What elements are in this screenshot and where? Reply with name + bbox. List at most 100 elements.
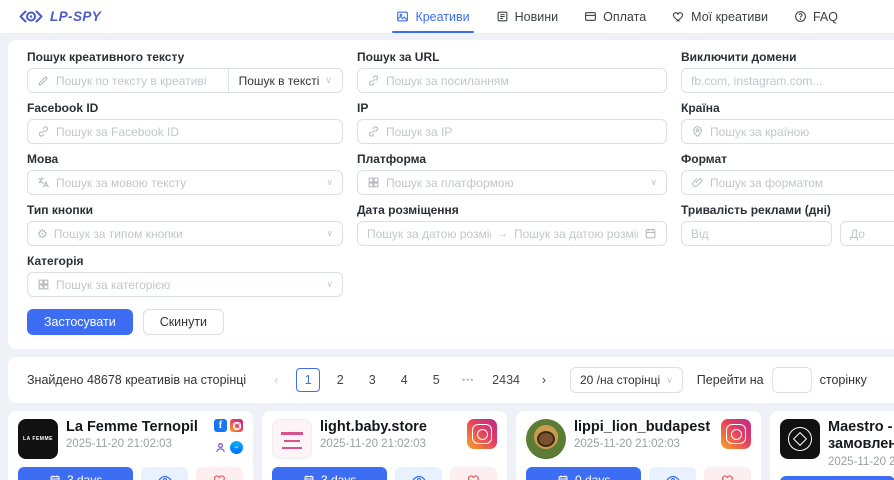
page-button-1[interactable]: 1 xyxy=(296,368,320,392)
exclude-domains-input[interactable] xyxy=(691,74,894,88)
format-input[interactable] xyxy=(710,176,894,190)
days-active-button[interactable] xyxy=(780,476,894,480)
duration-to-input[interactable] xyxy=(850,227,894,241)
filter-button-type: Тип кнопки ⚙ ∨ xyxy=(27,203,343,246)
creative-card[interactable]: light.baby.store 2025-11-20 21:02:03 3 d… xyxy=(262,411,507,480)
field-label: Країна xyxy=(681,101,894,115)
category-input[interactable] xyxy=(56,278,320,292)
favorite-button[interactable] xyxy=(196,467,243,480)
card-title: lippi_lion_budapest xyxy=(574,419,713,436)
top-header: LP-SPY Креативи Новини Оплата xyxy=(0,0,894,33)
language-input[interactable] xyxy=(56,176,320,190)
avatar xyxy=(780,419,820,459)
apply-button[interactable]: Застосувати xyxy=(27,309,133,335)
maestro-emblem-icon xyxy=(788,427,812,451)
results-count: Знайдено 48678 креативів на сторінці xyxy=(27,373,246,387)
link-icon xyxy=(367,74,380,87)
views-button[interactable] xyxy=(141,467,188,480)
calendar-icon xyxy=(644,227,657,240)
field-label: Мова xyxy=(27,152,343,166)
avatar xyxy=(526,419,566,459)
views-button[interactable] xyxy=(395,467,442,480)
days-active-button[interactable]: 0 days xyxy=(526,467,641,480)
country-input[interactable] xyxy=(710,125,894,139)
ip-input[interactable] xyxy=(386,125,657,139)
instagram-icon[interactable] xyxy=(467,419,497,449)
tab-payment[interactable]: Оплата xyxy=(584,0,646,33)
goto-page: Перейти на сторінку xyxy=(697,367,867,393)
card-title: La Femme Ternopil xyxy=(66,419,206,436)
messenger-icon[interactable] xyxy=(230,441,243,454)
heart-icon xyxy=(672,10,685,23)
facebook-icon[interactable] xyxy=(214,419,227,432)
avatar xyxy=(272,419,312,459)
facebook-id-input[interactable] xyxy=(56,125,333,139)
goto-prefix: Перейти на xyxy=(697,373,764,387)
goto-page-input[interactable] xyxy=(772,367,812,393)
creative-card[interactable]: LA FEMME La Femme Ternopil 2025-11-20 21… xyxy=(8,411,253,480)
filter-creative-text: Пошук креативного тексту Пошук в тексті … xyxy=(27,50,343,93)
prev-page-button[interactable]: ‹ xyxy=(264,368,288,392)
chevron-down-icon: ∨ xyxy=(326,177,333,188)
instagram-icon[interactable] xyxy=(230,419,243,432)
creative-text-input[interactable] xyxy=(56,74,219,88)
page-button-2[interactable]: 2 xyxy=(328,368,352,392)
tab-my-creatives[interactable]: Мої креативи xyxy=(672,0,768,33)
reset-button[interactable]: Скинути xyxy=(143,309,224,335)
page-size-select[interactable]: 20 /на сторінці ∨ xyxy=(570,367,683,393)
pages-ellipsis[interactable]: ••• xyxy=(456,368,480,392)
platform-input[interactable] xyxy=(386,176,644,190)
favorite-button[interactable] xyxy=(704,467,751,480)
profile-icon[interactable] xyxy=(214,441,227,454)
date-to-input[interactable] xyxy=(514,227,638,241)
field-label: Категорія xyxy=(27,254,343,268)
tab-creatives[interactable]: Креативи xyxy=(396,0,469,33)
page-button-5[interactable]: 5 xyxy=(424,368,448,392)
card-date: 2025-11-20 21:02:03 xyxy=(574,438,713,450)
button-type-input[interactable] xyxy=(54,227,321,241)
image-icon xyxy=(396,10,409,23)
filter-panel: Пошук креативного тексту Пошук в тексті … xyxy=(8,40,894,349)
days-active-button[interactable]: 3 days xyxy=(272,467,387,480)
card-date: 2025-11-20 21:02:03 xyxy=(66,438,206,450)
creative-card[interactable]: Maestro - кухні, ме замовлення в Ужго 20… xyxy=(770,411,894,480)
duration-from-input[interactable] xyxy=(691,227,822,241)
instagram-icon[interactable] xyxy=(721,419,751,449)
logo[interactable]: LP-SPY xyxy=(18,8,101,25)
card-date: 2025-11-20 21:02:03 xyxy=(320,438,459,450)
language-select[interactable]: ∨ xyxy=(27,170,343,195)
button-type-select[interactable]: ⚙ ∨ xyxy=(27,221,343,246)
filter-country: Країна xyxy=(681,101,894,144)
last-page-button[interactable]: 2434 xyxy=(488,368,524,392)
days-active-button[interactable]: 3 days xyxy=(18,467,133,480)
next-page-button[interactable]: › xyxy=(532,368,556,392)
page-button-3[interactable]: 3 xyxy=(360,368,384,392)
filter-ad-duration: Тривалість реклами (дні) xyxy=(681,203,894,246)
category-select[interactable]: ∨ xyxy=(27,272,343,297)
chevron-down-icon: ∨ xyxy=(326,279,333,290)
platform-select[interactable]: ∨ xyxy=(357,170,667,195)
views-button[interactable] xyxy=(649,467,696,480)
field-label: Дата розміщення xyxy=(357,203,667,217)
text-search-mode-select[interactable]: Пошук в тексті ∨ xyxy=(229,68,343,93)
field-label: Формат xyxy=(681,152,894,166)
favorite-button[interactable] xyxy=(450,467,497,480)
question-icon xyxy=(794,10,807,23)
date-from-input[interactable] xyxy=(367,227,491,241)
link-icon xyxy=(367,125,380,138)
page-button-4[interactable]: 4 xyxy=(392,368,416,392)
field-label: Пошук за URL xyxy=(357,50,667,64)
tab-faq[interactable]: FAQ xyxy=(794,0,838,33)
chevron-down-icon: ∨ xyxy=(650,177,657,188)
date-range-picker[interactable]: → xyxy=(357,221,667,246)
field-label: Facebook ID xyxy=(27,101,343,115)
goto-suffix: сторінку xyxy=(820,373,867,387)
filter-language: Мова ∨ xyxy=(27,152,343,195)
grid-icon xyxy=(367,176,380,189)
tab-news[interactable]: Новини xyxy=(496,0,559,33)
creative-card[interactable]: lippi_lion_budapest 2025-11-20 21:02:03 … xyxy=(516,411,761,480)
translate-icon xyxy=(37,176,50,189)
app: LP-SPY Креативи Новини Оплата xyxy=(0,0,894,480)
eye-logo-icon xyxy=(18,8,44,25)
url-input[interactable] xyxy=(386,74,657,88)
